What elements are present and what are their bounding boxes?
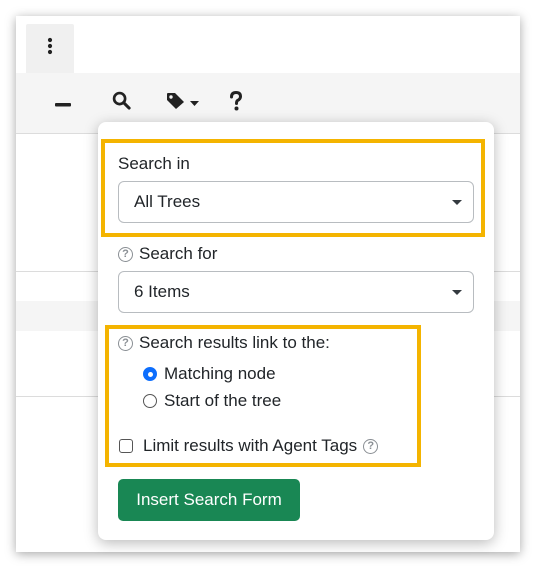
tab-strip — [16, 16, 520, 73]
help-button[interactable] — [228, 90, 244, 116]
question-circle-icon[interactable]: ? — [118, 246, 133, 262]
tag-dropdown-button[interactable] — [162, 90, 202, 116]
search-button[interactable] — [110, 90, 132, 116]
search-popover: Search in All Trees ? Search for 6 Items… — [98, 122, 494, 540]
kebab-menu-icon — [47, 37, 53, 60]
chevron-down-icon — [189, 94, 199, 112]
search-for-label-row: ? Search for — [118, 244, 217, 264]
tab-actions[interactable] — [26, 24, 74, 73]
caret-down-icon — [452, 290, 462, 295]
search-icon — [112, 91, 131, 115]
tag-icon — [166, 92, 186, 115]
search-for-select[interactable]: 6 Items — [118, 271, 474, 313]
highlight-box — [105, 325, 421, 467]
minus-icon — [55, 94, 71, 112]
help-icon — [229, 90, 243, 116]
search-for-label: Search for — [139, 244, 218, 263]
search-for-value: 6 Items — [134, 282, 190, 301]
highlight-box — [101, 139, 485, 237]
insert-search-form-button[interactable]: Insert Search Form — [118, 479, 300, 521]
collapse-button[interactable] — [54, 90, 72, 116]
